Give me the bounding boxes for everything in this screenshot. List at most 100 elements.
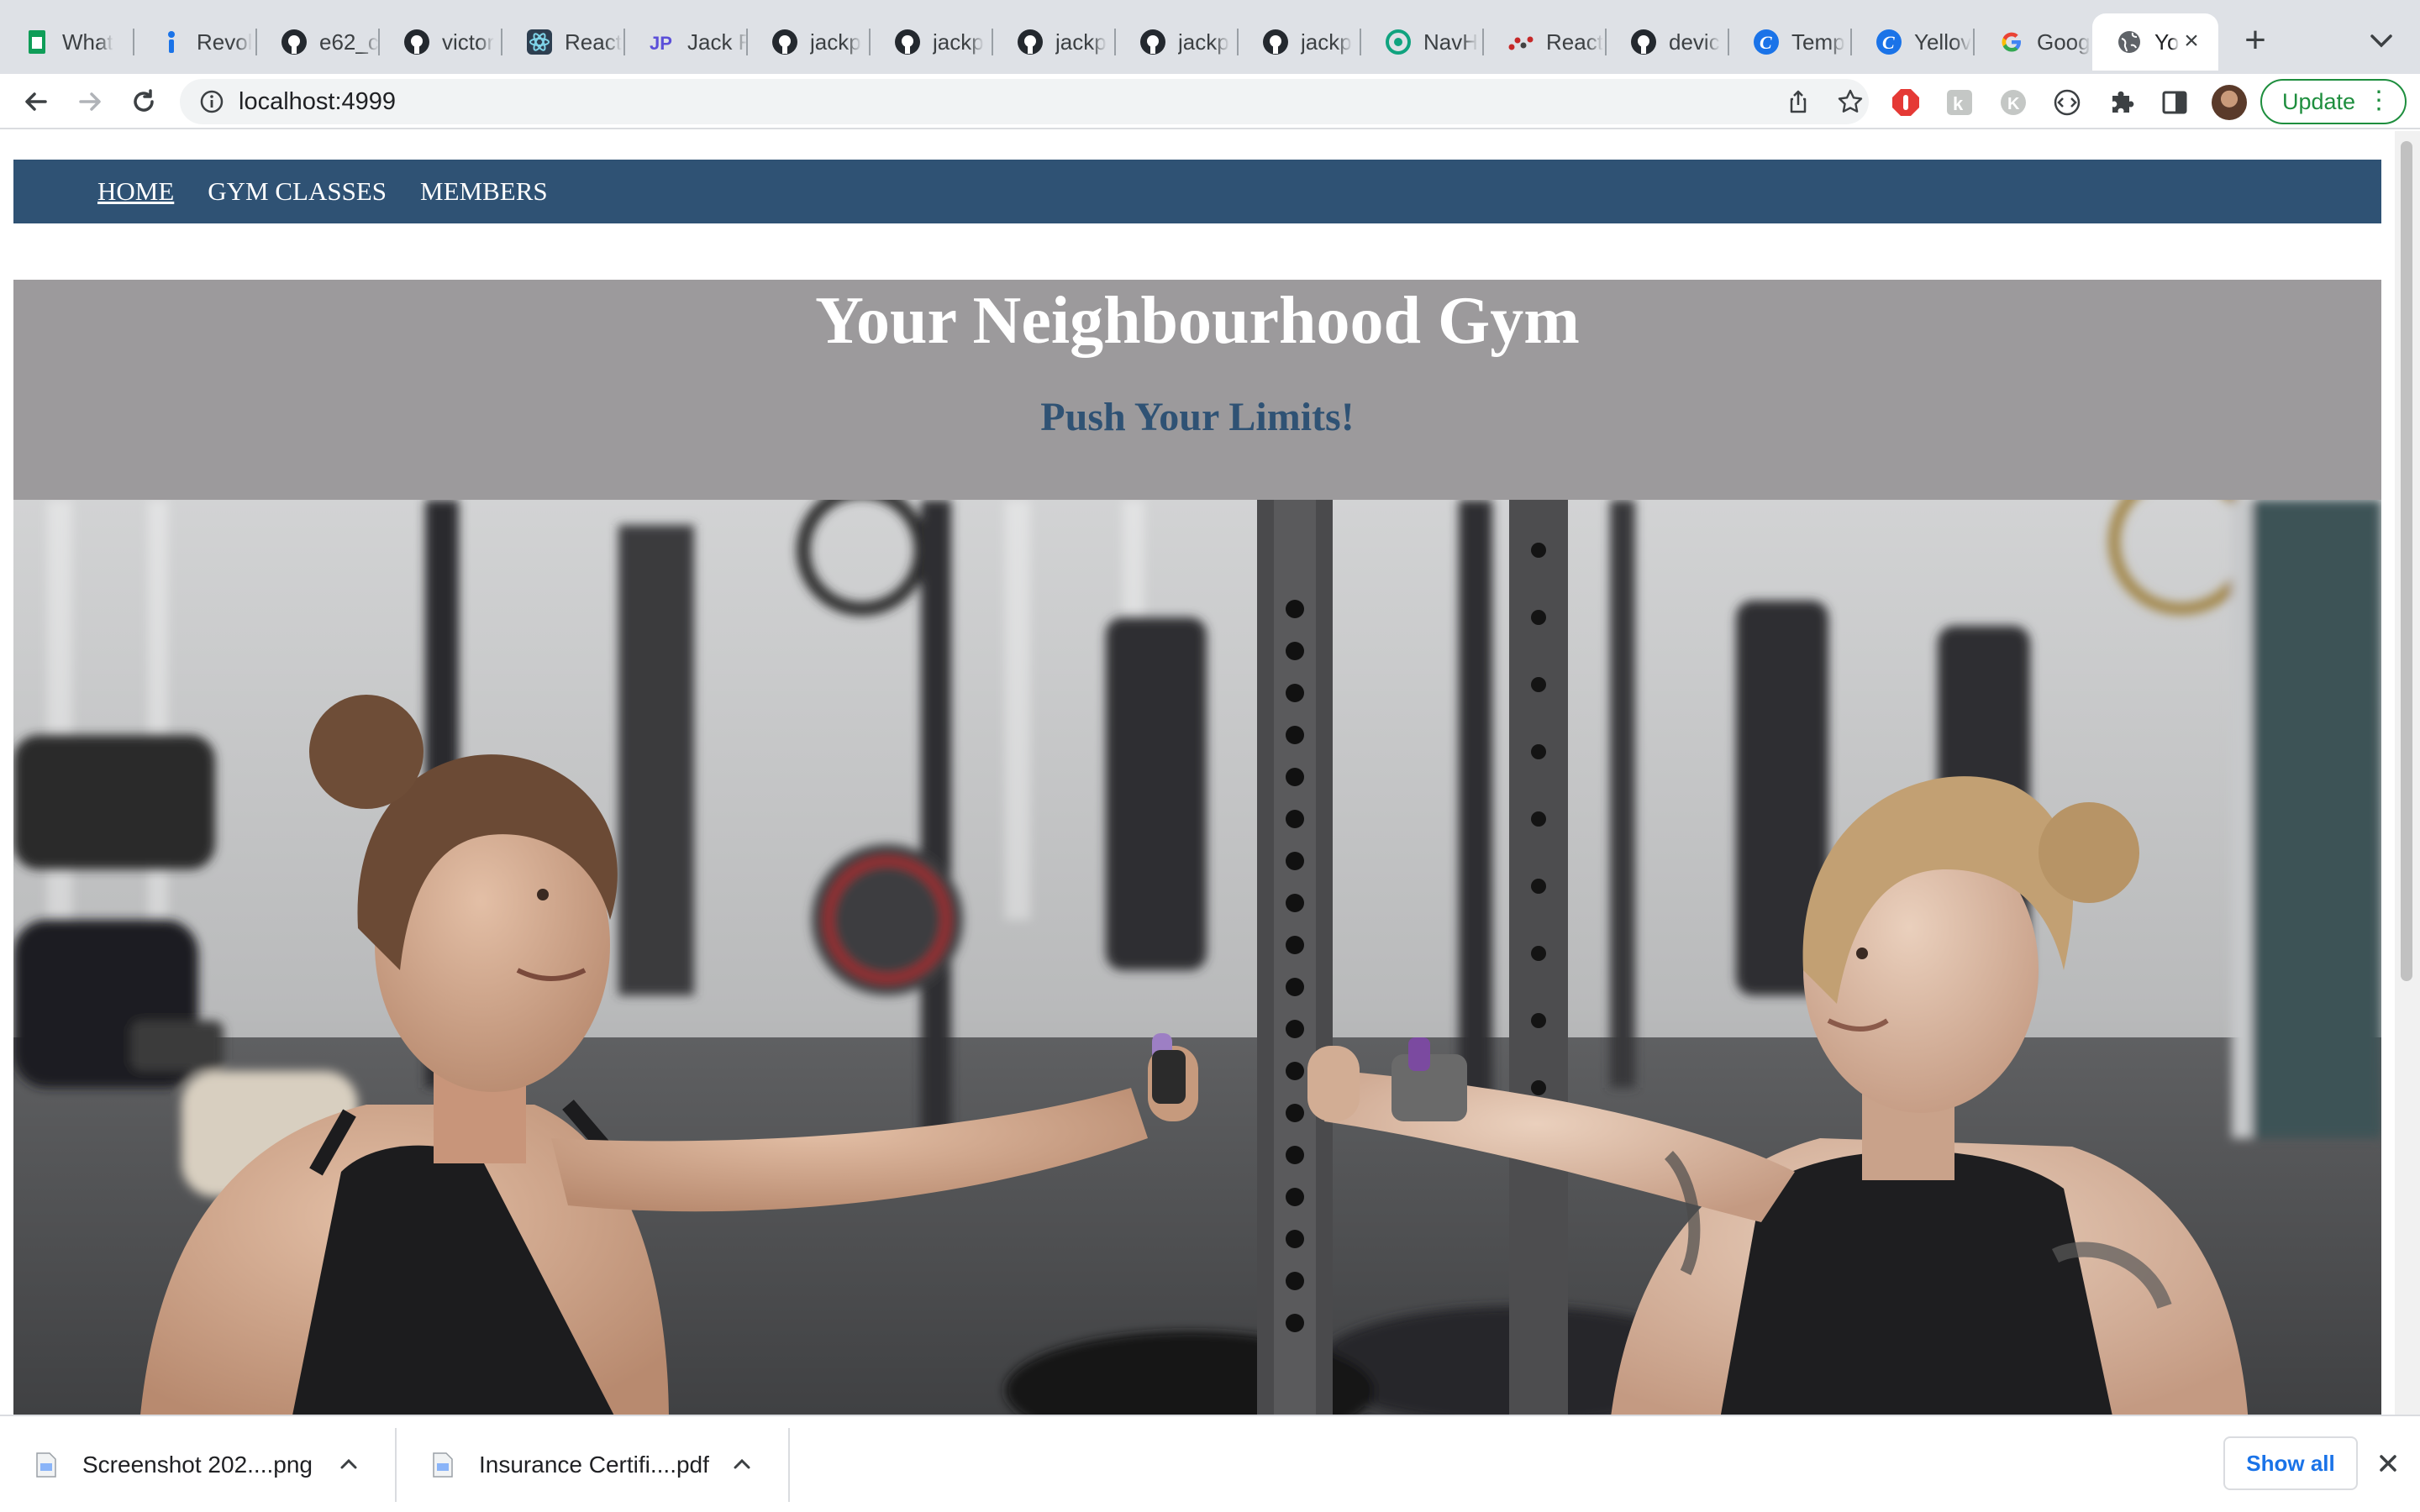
extension-k-circle-icon[interactable]: K — [1998, 87, 2028, 118]
dots-icon — [1507, 29, 1534, 55]
tab-title: React — [1546, 29, 1603, 55]
browser-tab[interactable]: Goog — [1975, 13, 2097, 71]
svg-text:K: K — [2007, 95, 2020, 113]
download-item[interactable]: Insurance Certifi....pdf — [397, 1428, 790, 1502]
browser-tab[interactable]: C Yellov — [1852, 13, 1975, 71]
browser-tab[interactable]: jackp — [871, 13, 993, 71]
address-bar[interactable]: localhost:4999 — [180, 79, 1869, 124]
tab-title: victor — [442, 29, 495, 55]
extensions-puzzle-icon[interactable] — [2106, 87, 2136, 118]
tab-title: Goog — [2037, 29, 2091, 55]
github-icon — [771, 29, 798, 55]
google-icon — [1998, 29, 2025, 55]
browser-tab[interactable]: What — [0, 13, 134, 71]
chevron-up-icon[interactable] — [729, 1452, 755, 1477]
svg-text:C: C — [1760, 32, 1772, 53]
revolut-icon — [158, 29, 185, 55]
tab-strip: What Revol e62_c victor React JP Jack F … — [0, 0, 2420, 74]
page-tagline: Push Your Limits! — [1040, 395, 1355, 439]
forward-button[interactable] — [71, 82, 109, 121]
svg-text:C: C — [1882, 32, 1895, 53]
site-navbar: HOME GYM CLASSES MEMBERS — [13, 160, 2381, 223]
browser-tab[interactable]: victor — [380, 13, 502, 71]
github-icon — [1262, 29, 1289, 55]
tab-title: What — [62, 29, 113, 55]
hero-header: Your Neighbourhood Gym Push Your Limits! — [13, 280, 2381, 500]
share-icon[interactable] — [1785, 88, 1812, 115]
page-title: Your Neighbourhood Gym — [815, 284, 1580, 358]
browser-tab[interactable]: jackp — [1116, 13, 1239, 71]
browser-tab[interactable]: jackp — [993, 13, 1116, 71]
react-icon — [526, 29, 553, 55]
address-url[interactable]: localhost:4999 — [239, 79, 396, 124]
new-tab-button[interactable]: + — [2235, 22, 2275, 62]
tab-title: Yo — [2154, 29, 2180, 55]
jp-icon: JP — [649, 29, 676, 55]
forward-arrow-icon — [79, 92, 101, 111]
nav-link-home[interactable]: HOME — [97, 176, 174, 207]
chevron-up-icon[interactable] — [336, 1452, 361, 1477]
code-extension-icon[interactable] — [2052, 87, 2082, 118]
profile-avatar[interactable] — [2212, 85, 2247, 120]
image-file-icon — [36, 1452, 56, 1478]
browser-tab[interactable]: NavH — [1361, 13, 1484, 71]
github-icon — [894, 29, 921, 55]
browser-toolbar: localhost:4999 k K Update ⋮ — [0, 74, 2420, 129]
extension-k-square-icon[interactable]: k — [1944, 87, 1975, 118]
bookmark-star-icon[interactable] — [1837, 88, 1864, 115]
adblock-icon[interactable] — [1891, 87, 1921, 118]
github-icon — [1017, 29, 1044, 55]
side-panel-icon[interactable] — [2160, 87, 2190, 118]
browser-tab-active[interactable]: Yo × — [2092, 13, 2218, 71]
nav-link-gym-classes[interactable]: GYM CLASSES — [208, 176, 387, 207]
back-arrow-icon — [25, 92, 47, 111]
pdf-file-icon — [433, 1452, 453, 1478]
menu-dots-icon[interactable]: ⋮ — [2366, 81, 2391, 121]
download-bar: Screenshot 202....png Insurance Certifi.… — [0, 1415, 2420, 1512]
browser-tab[interactable]: devic — [1607, 13, 1729, 71]
tab-search-icon[interactable] — [2365, 29, 2398, 54]
scrollbar-thumb[interactable] — [2401, 141, 2412, 981]
gym-photo — [13, 500, 2381, 1415]
tab-title: Jack F — [687, 29, 748, 55]
browser-tab[interactable]: Revol — [134, 13, 257, 71]
tab-title: Revol — [197, 29, 253, 55]
page-scrollbar[interactable] — [2395, 131, 2420, 1415]
tab-title: Yellov — [1914, 29, 1972, 55]
back-button[interactable] — [17, 82, 55, 121]
c-icon: C — [1876, 29, 1902, 55]
browser-tab[interactable]: jackp — [1239, 13, 1361, 71]
show-all-downloads-button[interactable]: Show all — [2223, 1436, 2358, 1490]
download-filename: Insurance Certifi....pdf — [479, 1452, 709, 1478]
browser-tab[interactable]: e62_c — [257, 13, 380, 71]
update-button[interactable]: Update ⋮ — [2260, 79, 2407, 124]
download-item[interactable]: Screenshot 202....png — [0, 1428, 397, 1502]
chatgpt-icon — [1385, 29, 1412, 55]
browser-tab[interactable]: React — [1484, 13, 1607, 71]
reload-icon — [134, 89, 154, 112]
github-icon — [281, 29, 308, 55]
tab-title: jackp — [1301, 29, 1352, 55]
tab-title: devic — [1669, 29, 1720, 55]
browser-tab[interactable]: jackp — [748, 13, 871, 71]
close-download-bar-icon[interactable] — [2373, 1448, 2403, 1478]
github-icon — [1630, 29, 1657, 55]
site-info-icon[interactable] — [198, 88, 225, 115]
close-tab-icon[interactable]: × — [2178, 29, 2205, 55]
nav-link-members[interactable]: MEMBERS — [420, 176, 548, 207]
svg-text:k: k — [1953, 93, 1964, 114]
download-filename: Screenshot 202....png — [82, 1452, 313, 1478]
github-icon — [1139, 29, 1166, 55]
browser-tab[interactable]: React — [502, 13, 625, 71]
browser-tab[interactable]: C Temp — [1729, 13, 1852, 71]
update-label: Update — [2282, 89, 2356, 114]
page-viewport: HOME GYM CLASSES MEMBERS Your Neighbourh… — [0, 131, 2395, 1415]
tab-title: jackp — [1178, 29, 1229, 55]
sheets-icon — [24, 29, 50, 55]
tab-title: jackp — [933, 29, 984, 55]
reload-button[interactable] — [124, 82, 163, 121]
hero-image — [13, 500, 2381, 1415]
tab-title: jackp — [1055, 29, 1107, 55]
globe-icon — [2116, 29, 2143, 55]
browser-tab[interactable]: JP Jack F — [625, 13, 748, 71]
